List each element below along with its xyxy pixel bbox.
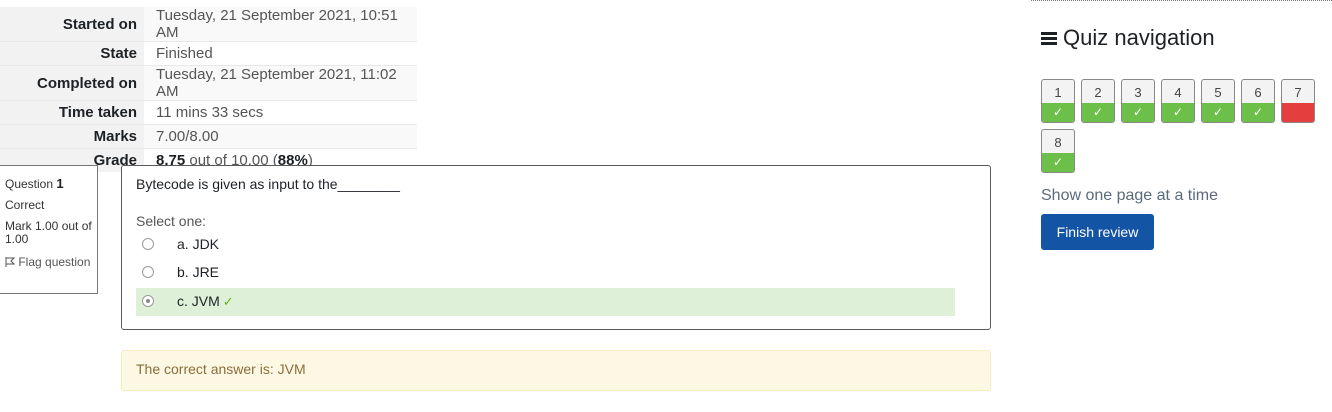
radio-button[interactable] xyxy=(142,266,154,278)
answer-option-b[interactable]: b. JRE xyxy=(136,259,955,287)
check-icon: ✓ xyxy=(1122,103,1154,122)
answer-prompt: Select one: xyxy=(136,213,207,229)
summary-value: 11 mins 33 secs xyxy=(144,100,417,125)
question-grade: Mark 1.00 out of 1.00 xyxy=(5,219,92,246)
question-number-label: 8 xyxy=(1054,135,1062,150)
question-content: Bytecode is given as input to the_______… xyxy=(121,165,991,330)
finish-review-button[interactable]: Finish review xyxy=(1041,214,1154,250)
summary-label: Time taken xyxy=(0,100,144,125)
quiz-nav-button-8[interactable]: 8 ✓ xyxy=(1041,129,1075,173)
summary-value: Tuesday, 21 September 2021, 11:02 AM xyxy=(144,65,417,101)
check-icon: ✓ xyxy=(1042,103,1074,122)
summary-value: Tuesday, 21 September 2021, 10:51 AM xyxy=(144,7,417,42)
question-number-label: 7 xyxy=(1294,85,1302,100)
feedback-text: The correct answer is: JVM xyxy=(136,361,306,377)
answer-label: a. JDK xyxy=(177,236,220,252)
answer-label: b. JRE xyxy=(177,264,220,280)
check-icon: ✓ xyxy=(1162,103,1194,122)
question-number-label: 3 xyxy=(1134,85,1142,100)
summary-row-completed: Completed on Tuesday, 21 September 2021,… xyxy=(0,65,417,101)
quiz-nav-button-5[interactable]: 5 ✓ xyxy=(1201,79,1235,123)
question-text: Bytecode is given as input to the_______… xyxy=(136,176,400,192)
flag-icon xyxy=(5,257,16,267)
flag-question-label: Flag question xyxy=(18,255,91,269)
quiz-nav-button-1[interactable]: 1 ✓ xyxy=(1041,79,1075,123)
answer-option-a[interactable]: a. JDK xyxy=(136,231,955,259)
quiz-navigation-block: Quiz navigation 1 ✓ 2 ✓ 3 ✓ 4 ✓ 5 ✓ 6 ✓ … xyxy=(1031,0,1332,301)
summary-label: Started on xyxy=(0,7,144,42)
summary-value: 7.00/8.00 xyxy=(144,124,417,149)
check-icon: ✓ xyxy=(1082,103,1114,122)
question-number: Question 1 xyxy=(5,176,64,191)
question-state: Correct xyxy=(5,198,45,212)
check-icon: ✓ xyxy=(1042,153,1074,172)
summary-row-state: State Finished xyxy=(0,41,417,66)
summary-row-started: Started on Tuesday, 21 September 2021, 1… xyxy=(0,7,417,42)
radio-button[interactable] xyxy=(142,238,154,250)
question-number-label: 4 xyxy=(1174,85,1182,100)
summary-label: Completed on xyxy=(0,65,144,101)
quiz-navigation-title: Quiz navigation xyxy=(1041,25,1215,51)
incorrect-indicator xyxy=(1282,103,1314,122)
hamburger-icon xyxy=(1041,32,1057,45)
question-number-label: 5 xyxy=(1214,85,1222,100)
summary-row-time-taken: Time taken 11 mins 33 secs xyxy=(0,100,417,125)
question-number-label: 2 xyxy=(1094,85,1102,100)
right-answer-feedback: The correct answer is: JVM xyxy=(121,350,991,391)
question-number-label: 6 xyxy=(1254,85,1262,100)
quiz-nav-button-4[interactable]: 4 ✓ xyxy=(1161,79,1195,123)
summary-value: Finished xyxy=(144,41,417,66)
check-icon: ✓ xyxy=(1242,103,1274,122)
answer-option-c[interactable]: c. JVM ✓ xyxy=(136,288,955,316)
quiz-nav-button-7[interactable]: 7 xyxy=(1281,79,1315,123)
question-number-label: 1 xyxy=(1054,85,1062,100)
question-info: Question 1 Correct Mark 1.00 out of 1.00… xyxy=(0,165,98,294)
quiz-nav-button-2[interactable]: 2 ✓ xyxy=(1081,79,1115,123)
summary-label: Marks xyxy=(0,124,144,149)
flag-question-link[interactable]: Flag question xyxy=(5,256,97,269)
show-one-page-link[interactable]: Show one page at a time xyxy=(1041,187,1218,205)
radio-button-selected[interactable] xyxy=(142,295,154,307)
answer-label: c. JVM ✓ xyxy=(177,293,234,309)
check-icon: ✓ xyxy=(222,294,234,309)
attempt-summary-table: Started on Tuesday, 21 September 2021, 1… xyxy=(0,7,417,172)
summary-row-marks: Marks 7.00/8.00 xyxy=(0,124,417,149)
quiz-nav-button-6[interactable]: 6 ✓ xyxy=(1241,79,1275,123)
check-icon: ✓ xyxy=(1202,103,1234,122)
summary-label: State xyxy=(0,41,144,66)
quiz-nav-button-3[interactable]: 3 ✓ xyxy=(1121,79,1155,123)
